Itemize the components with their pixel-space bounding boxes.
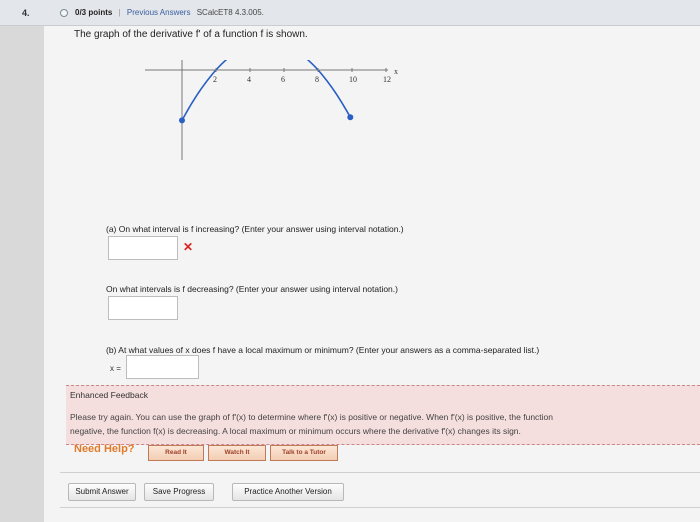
talk-to-tutor-button[interactable]: Talk to a Tutor	[270, 445, 338, 461]
x-tick-label-2: 2	[213, 75, 217, 84]
increasing-answer-input[interactable]	[108, 236, 178, 260]
practice-another-version-button[interactable]: Practice Another Version	[232, 483, 344, 501]
x-tick-label-4: 4	[247, 75, 251, 84]
x-equals-label: x =	[110, 364, 121, 373]
problem-code: SCalcET8 4.3.005.	[196, 8, 264, 17]
question-meta: 0/3 points | Previous Answers SCalcET8 4…	[75, 8, 264, 17]
read-it-button[interactable]: Read It	[148, 445, 204, 461]
previous-answers-link[interactable]: Previous Answers	[127, 8, 191, 17]
enhanced-feedback: Enhanced Feedback Please try again. You …	[66, 385, 700, 445]
save-progress-button[interactable]: Save Progress	[144, 483, 214, 501]
question-number: 4.	[22, 8, 30, 18]
x-tick-label-8: 8	[315, 75, 319, 84]
submit-answer-button[interactable]: Submit Answer	[68, 483, 136, 501]
derivative-curve	[181, 60, 352, 121]
x-tick-label-10: 10	[349, 75, 357, 84]
x-tick-label-6: 6	[281, 75, 285, 84]
need-help-label: Need Help?	[74, 443, 135, 455]
derivative-graph: 2 4 6 8 10 12 x	[145, 60, 398, 160]
status-dot-icon	[60, 9, 68, 17]
curve-endpoint-right	[347, 114, 354, 121]
question-header: 4. 0/3 points | Previous Answers SCalcET…	[0, 0, 700, 26]
feedback-text: Please try again. You can use the graph …	[70, 410, 700, 438]
feedback-line-2: negative, the function f(x) is decreasin…	[70, 426, 521, 436]
watch-it-button[interactable]: Watch It	[208, 445, 266, 461]
question-a-increasing: (a) On what interval is f increasing? (E…	[106, 224, 404, 234]
x-axis-label: x	[394, 67, 398, 76]
question-a-decreasing: On what intervals is f decreasing? (Ente…	[106, 284, 398, 294]
question-b: (b) At what values of x does f have a lo…	[106, 345, 540, 355]
extrema-answer-input[interactable]	[126, 355, 199, 379]
incorrect-x-icon: ✕	[183, 240, 194, 254]
question-prompt: The graph of the derivative f' of a func…	[74, 29, 308, 40]
decreasing-answer-input[interactable]	[108, 296, 178, 320]
feedback-line-1: Please try again. You can use the graph …	[70, 412, 554, 422]
points-label: 0/3 points	[75, 8, 113, 17]
x-tick-label-12: 12	[383, 75, 391, 84]
meta-separator: |	[118, 8, 121, 17]
curve-endpoint-left	[179, 117, 185, 124]
feedback-title: Enhanced Feedback	[70, 390, 148, 400]
